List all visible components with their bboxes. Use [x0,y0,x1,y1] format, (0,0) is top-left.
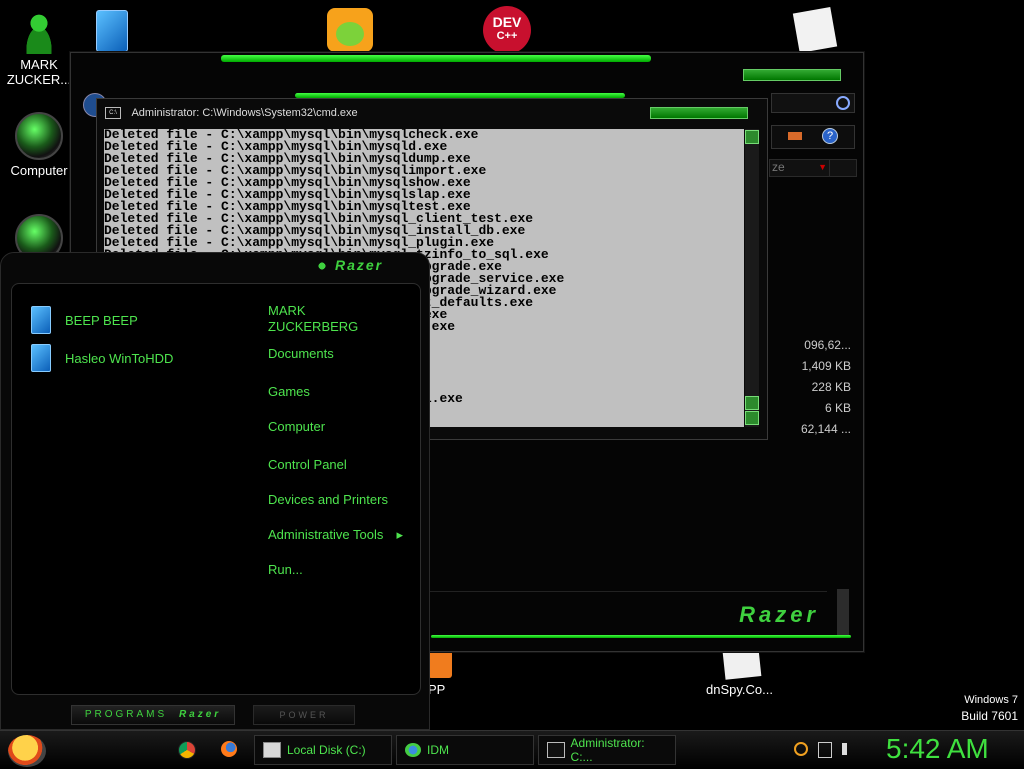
taskbar: Local Disk (C:) IDM Administrator: C:...… [0,730,1024,769]
cmd-task-icon [547,742,565,758]
scroll-down-button[interactable] [745,411,759,425]
desktop-icon-devcpp[interactable]: DEV C++ [483,6,531,54]
desktop-icon-bad-piggies[interactable] [327,8,373,52]
file-size: 228 KB [811,380,851,394]
file-icon [96,10,128,52]
program-label: BEEP BEEP [65,312,138,328]
devcpp-icon-sub: C++ [496,30,518,42]
program-icon [31,306,51,334]
computer-icon [15,112,63,160]
file-size: 1,409 KB [801,359,851,373]
column-header-size[interactable]: ze ▼ [769,159,831,177]
help-icon[interactable]: ? [822,128,838,144]
file-size: 6 KB [824,401,851,415]
cmd-scrollbar[interactable] [745,129,759,427]
desktop-icon-computer[interactable]: Computer [0,112,78,178]
desktop-icon-label: MARK ZUCKER... [6,57,72,87]
start-item-control-panel[interactable]: Control Panel [268,457,347,473]
file-size: 62,144 ... [800,422,851,436]
os-build: Build 7601 [961,709,1018,723]
razer-logo: Razer [739,602,819,627]
bottom-glow [431,635,851,638]
column-header-label: ze [772,160,785,174]
cmd-window-controls[interactable] [650,107,748,119]
desktop-icon-label-pp[interactable]: PP [428,682,445,697]
start-menu-brand-text: Razer [335,257,384,273]
user-name-line: MARK [268,303,306,318]
os-watermark: Windows 7 Build 7601 [961,694,1018,723]
task-label: IDM [427,743,449,757]
devcpp-icon-label: DEV [492,14,522,30]
start-item-computer[interactable]: Computer [268,419,325,435]
search-box[interactable] [771,93,855,113]
all-programs-label: PROGRAMS [84,709,168,720]
desktop-icon-label: Computer [10,163,68,178]
chrome-icon[interactable] [178,741,196,759]
scrollbar-thumb[interactable] [837,589,849,637]
task-cmd[interactable]: Administrator: C:... [538,735,676,765]
start-item-games[interactable]: Games [268,384,310,400]
network-tray-icon[interactable] [818,742,832,758]
os-name: Windows 7 [964,694,1018,706]
clock[interactable]: 5:42 AM [886,733,989,765]
dnspy-icon [722,648,762,680]
user-icon [17,10,61,54]
preview-pane-icon[interactable] [788,132,802,140]
admin-tools-label: Administrative Tools [268,527,384,542]
file-size-column: 096,62... 1,409 KB 228 KB 6 KB 62,144 ..… [761,335,851,440]
start-menu-brand: Razer [313,257,384,274]
file-size: 096,62... [804,338,851,352]
start-item-run[interactable]: Run... [268,562,303,578]
window-title-glow [221,55,651,62]
cmd-icon: C:\ [105,107,121,120]
task-label: Local Disk (C:) [287,743,366,757]
program-hasleo-wintohdd[interactable]: Hasleo WinToHDD [31,344,173,372]
user-name-line: ZUCKERBERG [268,319,359,334]
search-icon [836,96,850,110]
search-tray-icon[interactable] [794,742,808,756]
start-menu[interactable]: Razer BEEP BEEP Hasleo WinToHDD MARK ZUC… [0,252,430,730]
program-icon [31,344,51,372]
idm-icon [405,743,421,757]
firefox-icon[interactable] [221,741,237,757]
program-beep-beep[interactable]: BEEP BEEP [31,306,138,334]
start-button[interactable] [8,735,46,767]
cmd-title-glow [295,93,625,98]
scroll-up-button[interactable] [745,130,759,144]
program-label: Hasleo WinToHDD [65,350,174,366]
task-local-disk[interactable]: Local Disk (C:) [254,735,392,765]
start-item-admin-tools[interactable]: Administrative Tools ▸ [268,527,403,543]
task-label: Administrator: C:... [570,736,645,764]
app-icon [428,650,452,678]
task-idm[interactable]: IDM [396,735,534,765]
power-button[interactable]: POWER [253,705,355,725]
desktop-icon-label-dnspy[interactable]: dnSpy.Co... [706,682,773,697]
scroll-track[interactable] [745,145,759,395]
sort-arrow-icon: ▼ [818,162,827,172]
all-programs-button[interactable]: PROGRAMS Razer [71,705,235,725]
start-user-name[interactable]: MARK ZUCKERBERG [268,303,358,335]
submenu-arrow-icon: ▸ [396,527,403,542]
pig-icon [336,22,364,46]
window-controls[interactable] [743,69,841,81]
scroll-thumb[interactable] [745,396,759,410]
start-item-documents[interactable]: Documents [268,346,334,362]
power-label: POWER [279,710,329,720]
razer-snake-icon [313,259,331,274]
volume-tray-icon[interactable] [842,743,854,755]
cmd-title-text: Administrator: C:\Windows\System32\cmd.e… [131,107,358,119]
all-programs-brand: Razer [178,709,222,720]
toolbar: ? [771,125,855,149]
column-header-extra[interactable] [829,159,857,177]
details-pane: Razer [429,591,827,636]
drive-icon [263,742,281,758]
desktop-icon-user-folder[interactable]: MARK ZUCKER... [0,10,78,87]
desktop-icon-blue-file[interactable] [96,10,132,52]
desktop-icon-document[interactable] [792,7,838,53]
start-item-devices-printers[interactable]: Devices and Printers [268,492,388,508]
